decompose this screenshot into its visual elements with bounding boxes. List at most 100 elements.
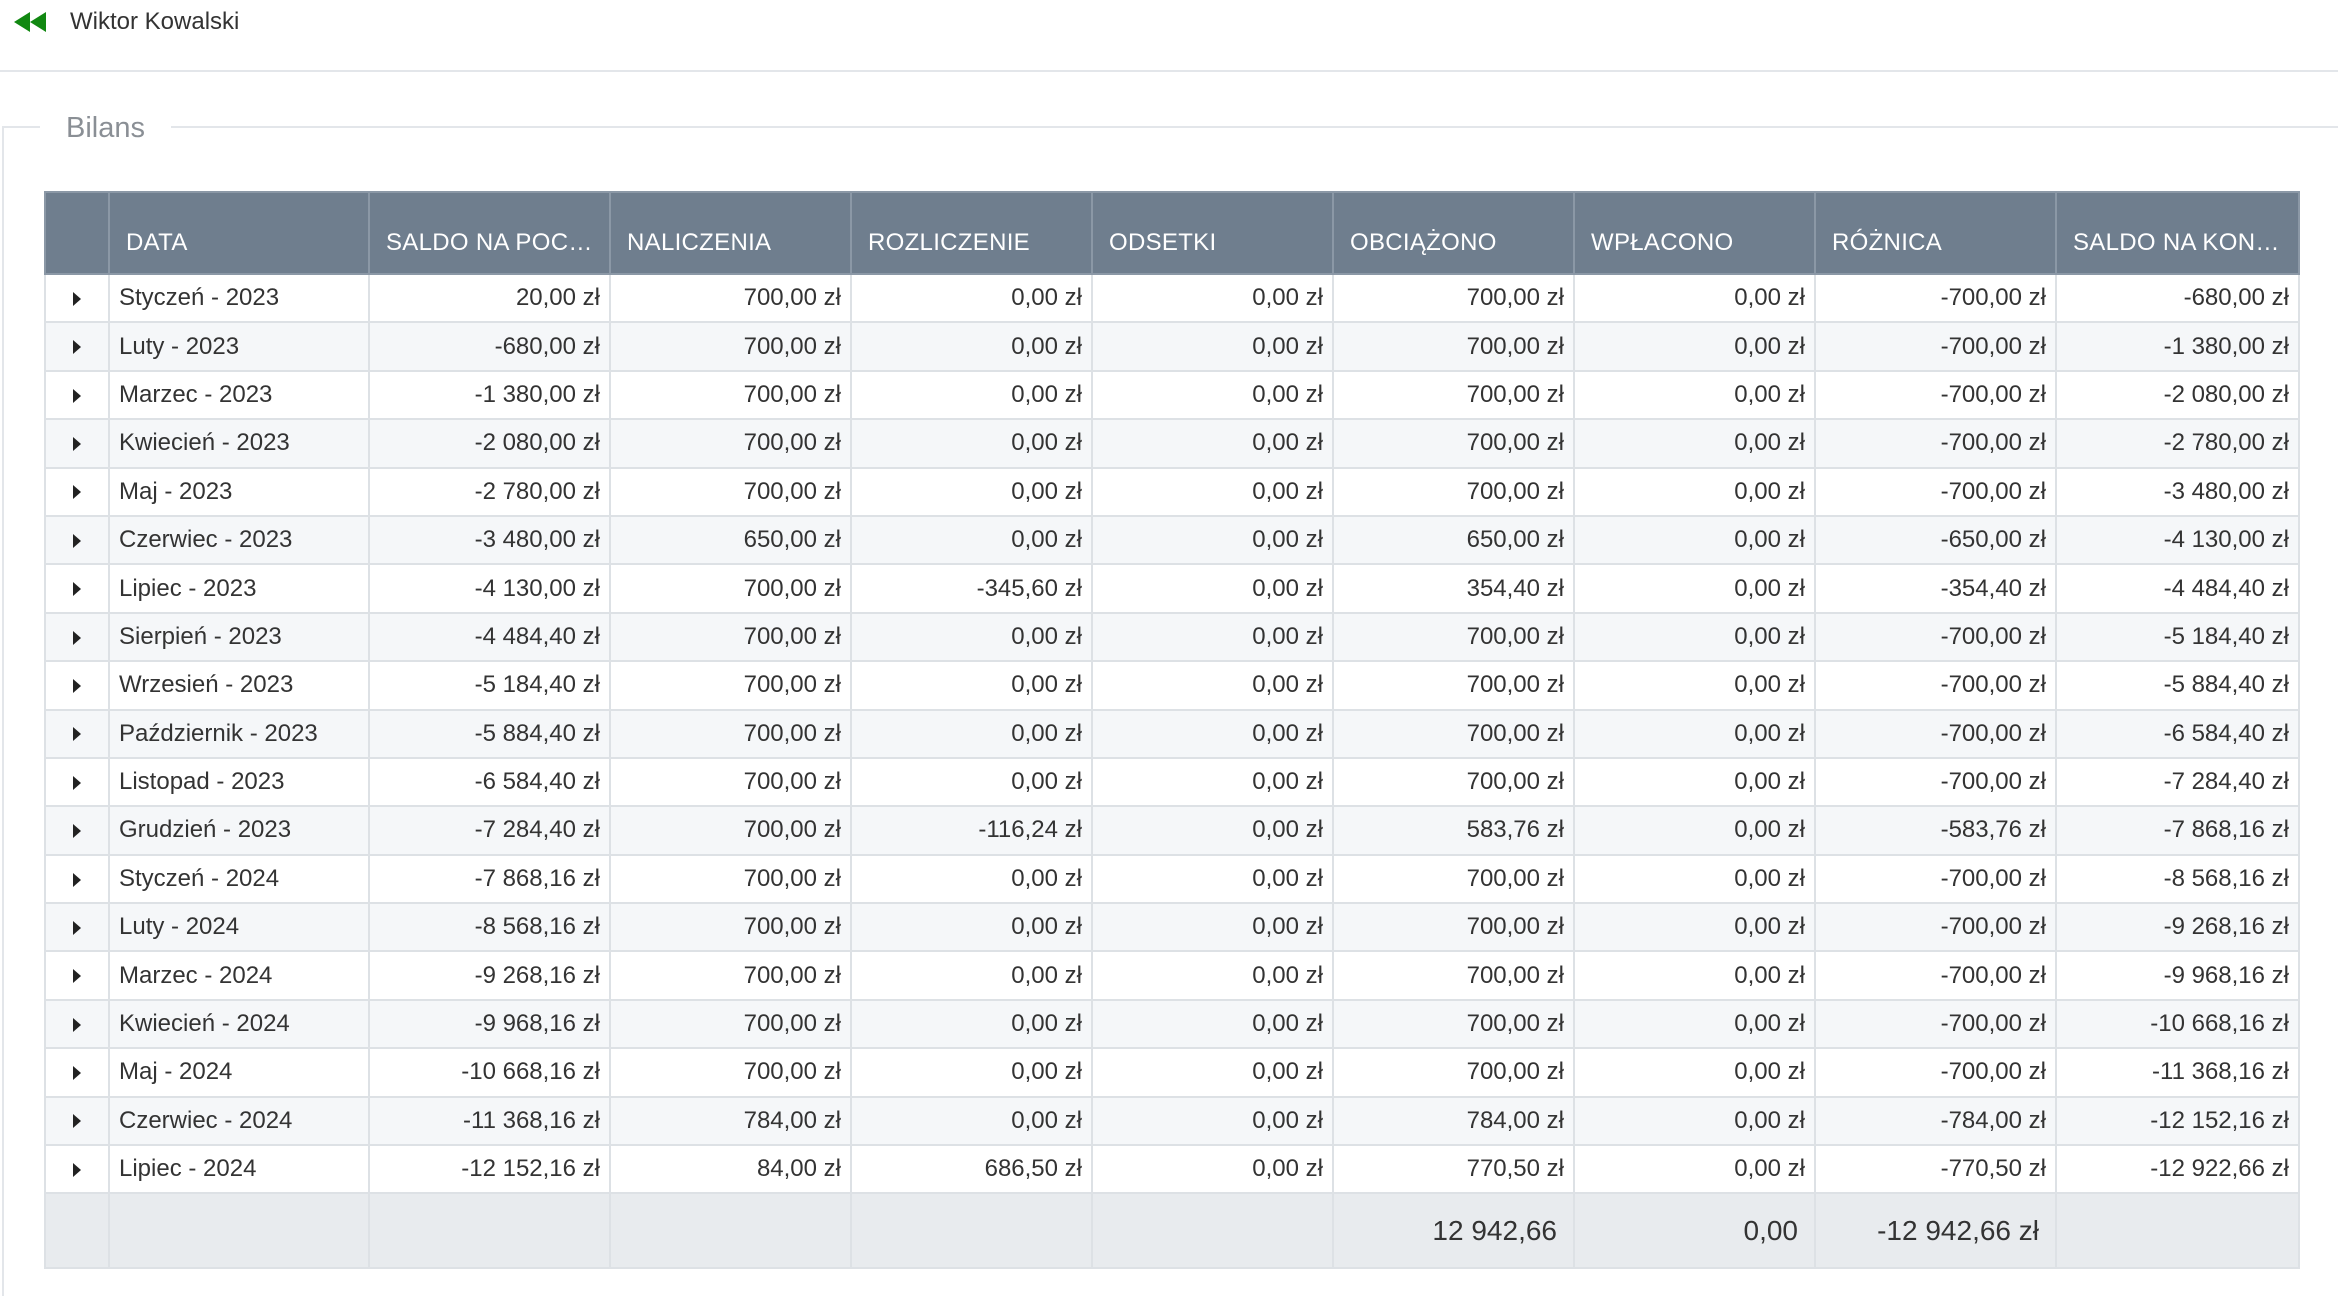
table-row[interactable]: Luty - 2023 -680,00 zł 700,00 zł 0,00 zł 0,0… — [44, 321, 2300, 372]
footer-cell-empty — [609, 1192, 852, 1270]
obciazono-cell: 700,00 zł — [1332, 853, 1575, 905]
rozliczenie-cell: -345,60 zł — [850, 563, 1093, 614]
row-expand-toggle[interactable] — [44, 563, 110, 614]
row-expand-toggle[interactable] — [44, 708, 110, 759]
odsetki-cell: 0,00 zł — [1091, 514, 1334, 566]
naliczenia-cell: 700,00 zł — [609, 708, 852, 759]
row-expand-toggle[interactable] — [44, 902, 110, 953]
column-header-odsetki[interactable]: ODSETKI — [1091, 191, 1334, 275]
table-row[interactable]: Grudzień - 2023 -7 284,40 zł 700,00 zł -116… — [44, 805, 2300, 856]
row-expand-toggle[interactable] — [44, 756, 110, 808]
table-row[interactable]: Styczeń - 2023 20,00 zł 700,00 zł 0,00 zł 0,… — [44, 272, 2300, 324]
row-expand-toggle[interactable] — [44, 853, 110, 905]
wplacono-cell: 0,00 zł — [1573, 1047, 1816, 1098]
saldo-start-cell: -9 968,16 zł — [368, 998, 611, 1050]
row-expand-toggle[interactable] — [44, 1047, 110, 1098]
row-expand-toggle[interactable] — [44, 514, 110, 566]
column-header-saldo-end[interactable]: SALDO NA KONI... — [2055, 191, 2300, 275]
wplacono-cell: 0,00 zł — [1573, 514, 1816, 566]
saldo-end-cell: -1 380,00 zł — [2055, 321, 2300, 372]
wplacono-cell: 0,00 zł — [1573, 466, 1816, 517]
naliczenia-cell: 700,00 zł — [609, 853, 852, 905]
saldo-start-cell: -680,00 zł — [368, 321, 611, 372]
row-expand-toggle[interactable] — [44, 660, 110, 711]
roznica-cell: -700,00 zł — [1814, 853, 2057, 905]
table-row[interactable]: Maj - 2024 -10 668,16 zł 700,00 zł 0,00 zł 0… — [44, 1047, 2300, 1098]
odsetki-cell: 0,00 zł — [1091, 1095, 1334, 1147]
back-button[interactable] — [10, 4, 52, 40]
table-row[interactable]: Marzec - 2024 -9 268,16 zł 700,00 zł 0,00 z… — [44, 950, 2300, 1001]
caret-right-icon — [73, 1162, 81, 1177]
saldo-end-cell: -7 284,40 zł — [2055, 756, 2300, 808]
caret-right-icon — [73, 291, 81, 306]
roznica-cell: -700,00 zł — [1814, 902, 2057, 953]
user-name: Wiktor Kowalski — [70, 8, 240, 35]
table-row[interactable]: Listopad - 2023 -6 584,40 zł 700,00 zł 0,00… — [44, 756, 2300, 808]
table-row[interactable]: Maj - 2023 -2 780,00 zł 700,00 zł 0,00 zł 0,… — [44, 466, 2300, 517]
column-header-wplacono[interactable]: WPŁACONO — [1573, 191, 1816, 275]
column-header-data[interactable]: DATA — [108, 191, 370, 275]
odsetki-cell: 0,00 zł — [1091, 756, 1334, 808]
row-expand-toggle[interactable] — [44, 1144, 110, 1195]
table-row[interactable]: Czerwiec - 2023 -3 480,00 zł 650,00 zł 0,00… — [44, 514, 2300, 566]
roznica-cell: -700,00 zł — [1814, 418, 2057, 469]
column-header-saldo-start[interactable]: SALDO NA POCZ... — [368, 191, 611, 275]
row-expand-toggle[interactable] — [44, 466, 110, 517]
obciazono-cell: 700,00 zł — [1332, 950, 1575, 1001]
odsetki-cell: 0,00 zł — [1091, 708, 1334, 759]
row-expand-toggle[interactable] — [44, 369, 110, 421]
row-expand-toggle[interactable] — [44, 950, 110, 1001]
row-expand-toggle[interactable] — [44, 611, 110, 663]
saldo-start-cell: -5 184,40 zł — [368, 660, 611, 711]
obciazono-cell: 700,00 zł — [1332, 902, 1575, 953]
table-row[interactable]: Luty - 2024 -8 568,16 zł 700,00 zł 0,00 zł 0… — [44, 902, 2300, 953]
rozliczenie-cell: 0,00 zł — [850, 902, 1093, 953]
table-row[interactable]: Kwiecień - 2023 -2 080,00 zł 700,00 zł 0,00… — [44, 418, 2300, 469]
table-row[interactable]: Lipiec - 2023 -4 130,00 zł 700,00 zł -345,6… — [44, 563, 2300, 614]
row-expand-toggle[interactable] — [44, 1095, 110, 1147]
row-expand-toggle[interactable] — [44, 805, 110, 856]
row-expand-toggle[interactable] — [44, 272, 110, 324]
naliczenia-cell: 650,00 zł — [609, 514, 852, 566]
saldo-end-cell: -7 868,16 zł — [2055, 805, 2300, 856]
table-row[interactable]: Październik - 2023 -5 884,40 zł 700,00 zł 0… — [44, 708, 2300, 759]
footer-total-obciazono: 12 942,66 — [1332, 1192, 1575, 1270]
table-row[interactable]: Marzec - 2023 -1 380,00 zł 700,00 zł 0,00 z… — [44, 369, 2300, 421]
table-row[interactable]: Sierpień - 2023 -4 484,40 zł 700,00 zł 0,00… — [44, 611, 2300, 663]
table-header-row: DATA SALDO NA POCZ... NALICZENIA ROZLICZ… — [44, 191, 2300, 275]
table-row[interactable]: Wrzesień - 2023 -5 184,40 zł 700,00 zł 0,00… — [44, 660, 2300, 711]
balance-table: DATA SALDO NA POCZ... NALICZENIA ROZLICZ… — [44, 191, 2300, 1270]
table-row[interactable]: Czerwiec - 2024 -11 368,16 zł 784,00 zł 0,0… — [44, 1095, 2300, 1147]
roznica-cell: -770,50 zł — [1814, 1144, 2057, 1195]
table-row[interactable]: Kwiecień - 2024 -9 968,16 zł 700,00 zł 0,00… — [44, 998, 2300, 1050]
caret-right-icon — [73, 340, 81, 355]
saldo-start-cell: -11 368,16 zł — [368, 1095, 611, 1147]
naliczenia-cell: 700,00 zł — [609, 998, 852, 1050]
table-row[interactable]: Styczeń - 2024 -7 868,16 zł 700,00 zł 0,00 … — [44, 853, 2300, 905]
row-expand-toggle[interactable] — [44, 418, 110, 469]
rozliczenie-cell: 686,50 zł — [850, 1144, 1093, 1195]
saldo-end-cell: -11 368,16 zł — [2055, 1047, 2300, 1098]
obciazono-cell: 700,00 zł — [1332, 1047, 1575, 1098]
row-expand-toggle[interactable] — [44, 998, 110, 1050]
rozliczenie-cell: 0,00 zł — [850, 369, 1093, 421]
column-header-rozliczenie[interactable]: ROZLICZENIE — [850, 191, 1093, 275]
table-footer: 12 942,66 0,00 -12 942,66 zł — [44, 1192, 2300, 1270]
date-cell: Grudzień - 2023 — [108, 805, 370, 856]
column-header-obciazono[interactable]: OBCIĄŻONO — [1332, 191, 1575, 275]
saldo-end-cell: -10 668,16 zł — [2055, 998, 2300, 1050]
column-header-roznica[interactable]: RÓŻNICA — [1814, 191, 2057, 275]
table-row[interactable]: Lipiec - 2024 -12 152,16 zł 84,00 zł 686,50… — [44, 1144, 2300, 1195]
obciazono-cell: 700,00 zł — [1332, 998, 1575, 1050]
date-cell: Marzec - 2024 — [108, 950, 370, 1001]
row-expand-toggle[interactable] — [44, 321, 110, 372]
column-header-naliczenia[interactable]: NALICZENIA — [609, 191, 852, 275]
naliczenia-cell: 84,00 zł — [609, 1144, 852, 1195]
date-cell: Marzec - 2023 — [108, 369, 370, 421]
saldo-end-cell: -4 130,00 zł — [2055, 514, 2300, 566]
wplacono-cell: 0,00 zł — [1573, 321, 1816, 372]
roznica-cell: -700,00 zł — [1814, 1047, 2057, 1098]
roznica-cell: -700,00 zł — [1814, 611, 2057, 663]
date-cell: Kwiecień - 2024 — [108, 998, 370, 1050]
date-cell: Maj - 2024 — [108, 1047, 370, 1098]
